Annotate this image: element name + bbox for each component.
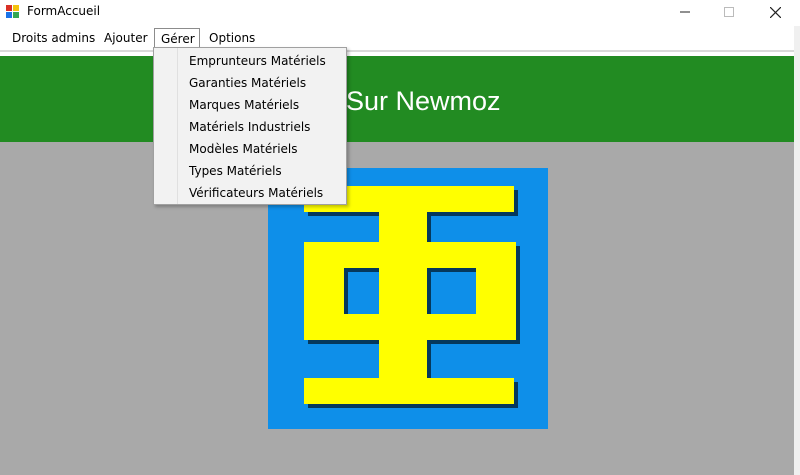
window-right-edge <box>794 26 800 475</box>
close-button[interactable] <box>752 0 798 24</box>
menu-separator <box>0 50 794 52</box>
title-bar: FormAccueil <box>0 0 800 24</box>
app-icon <box>6 5 19 18</box>
gerer-dropdown-menu: Emprunteurs Matériels Garanties Matériel… <box>153 47 347 205</box>
dropdown-item-verificateurs[interactable]: Vérificateurs Matériels <box>189 182 323 204</box>
menu-bar: Droits admins Ajouter Gérer Options <box>0 26 794 50</box>
newmoz-logo-icon <box>268 168 548 429</box>
maximize-icon <box>724 7 734 17</box>
window-title: FormAccueil <box>27 4 101 18</box>
menu-ajouter[interactable]: Ajouter <box>98 28 154 49</box>
minimize-button[interactable] <box>662 0 708 24</box>
dropdown-item-garanties[interactable]: Garanties Matériels <box>189 72 306 94</box>
maximize-button[interactable] <box>706 0 752 24</box>
dropdown-item-emprunteurs[interactable]: Emprunteurs Matériels <box>189 50 326 72</box>
menu-droits-admins[interactable]: Droits admins <box>6 28 101 49</box>
dropdown-item-types[interactable]: Types Matériels <box>189 160 282 182</box>
welcome-banner: nue Sur Newmoz <box>0 56 794 142</box>
menu-options[interactable]: Options <box>203 28 261 49</box>
dropdown-icon-gutter <box>154 48 178 204</box>
minimize-icon <box>680 11 690 13</box>
dropdown-item-marques[interactable]: Marques Matériels <box>189 94 299 116</box>
welcome-text: nue Sur Newmoz <box>293 86 501 116</box>
menu-gerer[interactable]: Gérer <box>154 28 200 49</box>
dropdown-item-modeles[interactable]: Modèles Matériels <box>189 138 298 160</box>
dropdown-item-materiels-industriels[interactable]: Matériels Industriels <box>189 116 310 138</box>
close-icon <box>769 6 781 18</box>
